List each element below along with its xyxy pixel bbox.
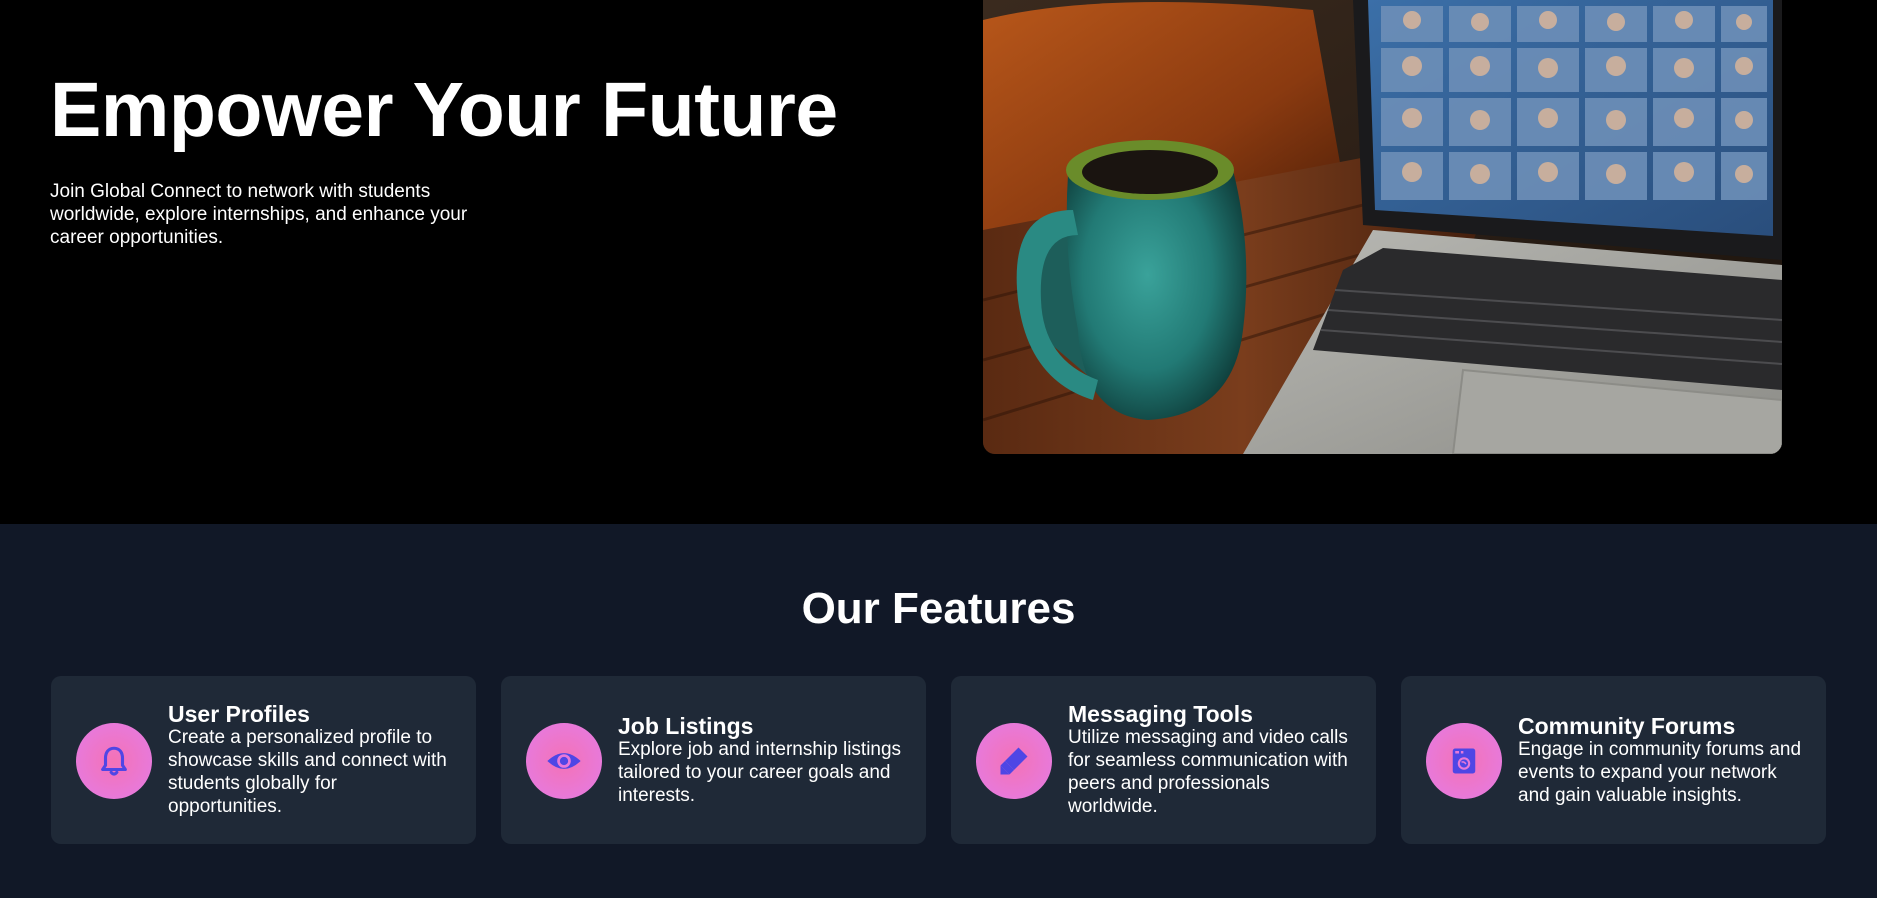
feature-title: Community Forums [1518,712,1736,739]
feature-description: Utilize messaging and video calls for se… [1068,727,1348,817]
feature-description: Create a personalized profile to showcas… [168,727,447,817]
feature-card-messaging-tools: Messaging Tools Utilize messaging and vi… [951,676,1376,844]
feature-title: Job Listings [618,712,754,739]
features-title: Our Features [801,584,1076,633]
hero-section: Empower Your Future Join Global Connect … [0,0,1877,524]
hero-image [983,0,1782,454]
washer-icon [1426,723,1502,799]
marker-icon [976,723,1052,799]
feature-title: User Profiles [168,701,310,727]
hero-title: Empower Your Future [50,67,838,153]
eye-icon [526,723,602,799]
feature-title: Messaging Tools [1068,701,1253,727]
bell-icon [76,723,152,799]
feature-card-community-forums: Community Forums Engage in community for… [1401,676,1826,844]
hero-description: Join Global Connect to network with stud… [50,181,468,248]
feature-card-user-profiles: User Profiles Create a personalized prof… [51,676,476,844]
feature-description: Explore job and internship listings tail… [618,738,902,806]
feature-card-job-listings: Job Listings Explore job and internship … [501,676,926,844]
feature-description: Engage in community forums and events to… [1518,738,1802,806]
